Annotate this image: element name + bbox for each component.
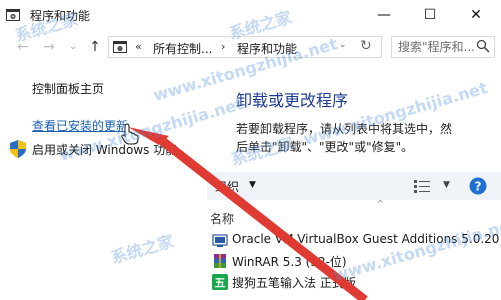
column-header-name[interactable]: 名称 (210, 210, 234, 227)
watermark-text: 系统之家 (109, 231, 176, 268)
programs-features-icon (6, 9, 20, 21)
minimize-button[interactable]: — (361, 0, 407, 30)
maximize-button[interactable]: ☐ (407, 0, 453, 30)
forward-arrow-icon[interactable]: → (40, 38, 58, 56)
shield-icon (10, 140, 26, 158)
page-heading: 卸载或更改程序 (236, 91, 349, 110)
winrar-icon (214, 254, 226, 268)
view-dropdown-icon[interactable]: ▼ (443, 180, 450, 190)
view-options-icon[interactable] (413, 178, 431, 194)
breadcrumb-all-control-panel[interactable]: 所有控制... (153, 40, 212, 57)
svg-text:五: 五 (215, 277, 226, 290)
search-input[interactable] (392, 37, 478, 57)
up-arrow-icon[interactable]: ↑ (86, 38, 104, 56)
address-dropdown-icon[interactable]: ⌄ (339, 40, 347, 50)
help-icon[interactable]: ? (469, 177, 487, 195)
search-icon[interactable] (476, 39, 490, 53)
control-panel-home-link[interactable]: 控制面板主页 (32, 80, 104, 97)
program-name: WinRAR 5.3 (32-位) (232, 255, 347, 269)
sort-caret-icon: ^ (377, 199, 384, 208)
svg-text:?: ? (475, 180, 482, 194)
search-box[interactable] (391, 36, 495, 58)
breadcrumb-separator[interactable]: › (221, 40, 225, 53)
breadcrumb-overflow[interactable]: « (135, 40, 142, 53)
refresh-icon[interactable]: ↻ (360, 38, 372, 54)
organize-dropdown-icon[interactable]: ▼ (249, 180, 256, 190)
command-toolbar: 组织 ▼ ▼ ? (207, 172, 501, 200)
sogou-icon: 五 (212, 274, 228, 290)
control-panel-icon (113, 41, 127, 53)
virtualbox-icon (212, 234, 228, 247)
recent-locations-icon[interactable]: ⌄ (64, 38, 82, 56)
organize-button[interactable]: 组织 (215, 178, 239, 195)
close-button[interactable]: ✕ (453, 0, 499, 30)
